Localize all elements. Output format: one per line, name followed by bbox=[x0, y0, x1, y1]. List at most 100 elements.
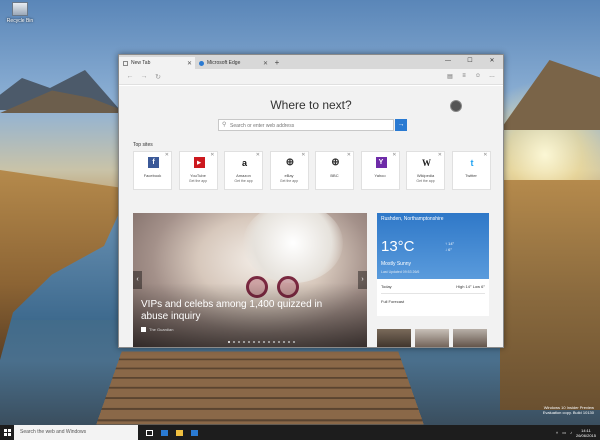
new-tab-button[interactable]: + bbox=[271, 57, 283, 69]
source-name: The Guardian bbox=[149, 327, 174, 332]
grass-right bbox=[500, 180, 600, 410]
network-icon[interactable]: ▭ bbox=[562, 430, 566, 435]
minimize-button[interactable]: — bbox=[437, 55, 459, 69]
carousel-dot[interactable] bbox=[288, 341, 290, 343]
weather-low: ↓ 6° bbox=[445, 247, 452, 252]
desktop-icon-recycle-bin[interactable]: Recycle Bin bbox=[4, 2, 36, 24]
weather-hilo: ↑ 14° ↓ 6° bbox=[445, 241, 454, 253]
remove-tile-icon[interactable]: ✕ bbox=[256, 152, 260, 158]
carousel-dot[interactable] bbox=[293, 341, 295, 343]
hub-icon[interactable]: ≡ bbox=[457, 73, 471, 80]
tile-yahoo[interactable]: Y ✕ Yahoo bbox=[360, 151, 400, 190]
tab-label: Microsoft Edge bbox=[207, 60, 241, 66]
tab-new-tab[interactable]: New Tab ✕ bbox=[119, 57, 195, 69]
carousel-dot[interactable] bbox=[283, 341, 285, 343]
tab-bar: New Tab ✕ Microsoft Edge ✕ + — ☐ ✕ bbox=[119, 55, 503, 69]
taskbar-explorer-button[interactable] bbox=[172, 425, 187, 440]
reading-view-icon[interactable]: ▤ bbox=[443, 73, 457, 80]
remove-tile-icon[interactable]: ✕ bbox=[438, 152, 442, 158]
news-thumbnails bbox=[377, 329, 491, 347]
weather-updated: Last Updated 09:53 26/6 bbox=[381, 270, 420, 274]
carousel-dot[interactable] bbox=[243, 341, 245, 343]
taskbar-search-box[interactable]: Search the web and Windows bbox=[14, 425, 138, 440]
remove-tile-icon[interactable]: ✕ bbox=[347, 152, 351, 158]
news-headline[interactable]: VIPs and celebs among 1,400 quizzed in a… bbox=[141, 299, 351, 323]
tile-name: Facebook bbox=[143, 173, 162, 178]
search-go-button[interactable]: → bbox=[395, 119, 407, 131]
carousel-dot[interactable] bbox=[258, 341, 260, 343]
carousel-prev-button[interactable]: ‹ bbox=[133, 271, 142, 289]
tile-youtube[interactable]: ▶ ✕ YouTube Get the app bbox=[178, 151, 218, 190]
carousel-dot[interactable] bbox=[253, 341, 255, 343]
tile-wikipedia[interactable]: W ✕ Wikipedia Get the app bbox=[406, 151, 445, 190]
tile-name: YouTube bbox=[190, 173, 206, 178]
carousel-dot[interactable] bbox=[273, 341, 275, 343]
tab-microsoft-edge[interactable]: Microsoft Edge ✕ bbox=[195, 57, 271, 69]
remove-tile-icon[interactable]: ✕ bbox=[392, 152, 396, 158]
weather-header: Rushden, Northamptonshire 13°C ↑ 14° ↓ 6… bbox=[377, 213, 489, 279]
tile-sub: Get the app bbox=[416, 179, 435, 183]
toolbar-right: ▤ ≡ ☺ … bbox=[443, 73, 499, 80]
start-button[interactable] bbox=[0, 425, 14, 440]
refresh-button[interactable]: ↻ bbox=[151, 73, 165, 81]
remove-tile-icon[interactable]: ✕ bbox=[483, 152, 487, 158]
top-sites-label: Top sites bbox=[133, 142, 153, 148]
remove-tile-icon[interactable]: ✕ bbox=[301, 152, 305, 158]
avatar-icon[interactable] bbox=[450, 100, 462, 112]
close-tab-icon[interactable]: ✕ bbox=[263, 60, 268, 67]
close-window-button[interactable]: ✕ bbox=[481, 55, 503, 69]
close-tab-icon[interactable]: ✕ bbox=[187, 60, 192, 67]
today-label: Today bbox=[381, 284, 392, 289]
watermark-line-2: Evaluation copy. Build 10130 bbox=[542, 410, 594, 415]
taskbar-store-button[interactable] bbox=[187, 425, 202, 440]
taskbar-edge-button[interactable] bbox=[157, 425, 172, 440]
tile-bbc[interactable]: ⊕ ✕ BBC bbox=[315, 151, 354, 190]
news-thumbnail[interactable] bbox=[377, 329, 411, 347]
tile-amazon[interactable]: a ✕ Amazon Get the app bbox=[224, 151, 263, 190]
edge-icon bbox=[161, 429, 168, 436]
build-watermark: Windows 10 Insider Preview Evaluation co… bbox=[543, 405, 594, 415]
taskbar-clock[interactable]: 14:11 26/06/2015 bbox=[576, 428, 596, 438]
carousel-dot[interactable] bbox=[238, 341, 240, 343]
carousel-dot[interactable] bbox=[278, 341, 280, 343]
carousel-dot[interactable] bbox=[263, 341, 265, 343]
back-button[interactable]: ← bbox=[123, 73, 137, 80]
carousel-dot[interactable] bbox=[268, 341, 270, 343]
search-input[interactable] bbox=[230, 121, 390, 130]
tile-name: eBay bbox=[284, 173, 294, 178]
tile-twitter[interactable]: t ✕ Twitter bbox=[451, 151, 491, 190]
carousel-next-button[interactable]: › bbox=[358, 271, 367, 289]
task-view-button[interactable] bbox=[142, 425, 157, 440]
chevron-up-icon[interactable]: ˄ bbox=[556, 430, 558, 435]
tile-ebay[interactable]: ⊕ ✕ eBay Get the app bbox=[269, 151, 309, 190]
tile-sub: Get the app bbox=[279, 179, 299, 183]
forecast-label: Full Forecast bbox=[381, 299, 405, 304]
weather-divider bbox=[381, 293, 485, 294]
weather-card[interactable]: Rushden, Northamptonshire 13°C ↑ 14° ↓ 6… bbox=[377, 213, 489, 316]
news-thumbnail[interactable] bbox=[415, 329, 449, 347]
weather-today-row: Today High 14° Low 6° bbox=[381, 284, 485, 289]
carousel-dot[interactable] bbox=[233, 341, 235, 343]
news-source: The Guardian bbox=[141, 327, 173, 332]
folder-icon bbox=[176, 429, 183, 436]
maximize-button[interactable]: ☐ bbox=[459, 55, 481, 69]
more-icon[interactable]: … bbox=[485, 73, 499, 80]
page-heading: Where to next? bbox=[270, 98, 352, 112]
volume-icon[interactable]: ♪ bbox=[570, 430, 572, 435]
remove-tile-icon[interactable]: ✕ bbox=[165, 152, 169, 158]
carousel-dot[interactable] bbox=[228, 341, 230, 343]
tile-name: BBC bbox=[330, 173, 339, 178]
full-forecast-link[interactable]: Full Forecast bbox=[381, 299, 485, 304]
news-hero-card[interactable]: ‹ › VIPs and celebs among 1,400 quizzed … bbox=[133, 213, 367, 347]
facebook-icon: f bbox=[148, 157, 159, 168]
tile-name: Wikipedia bbox=[416, 173, 435, 178]
page-icon bbox=[123, 60, 128, 66]
remove-tile-icon[interactable]: ✕ bbox=[210, 152, 214, 158]
edge-browser-window: New Tab ✕ Microsoft Edge ✕ + — ☐ ✕ ← → ↻… bbox=[118, 54, 504, 348]
recycle-bin-icon bbox=[12, 2, 28, 16]
tile-facebook[interactable]: f ✕ Facebook bbox=[133, 151, 172, 190]
carousel-dot[interactable] bbox=[248, 341, 250, 343]
news-thumbnail[interactable] bbox=[453, 329, 487, 347]
forward-button[interactable]: → bbox=[137, 73, 151, 80]
feedback-icon[interactable]: ☺ bbox=[471, 73, 485, 80]
